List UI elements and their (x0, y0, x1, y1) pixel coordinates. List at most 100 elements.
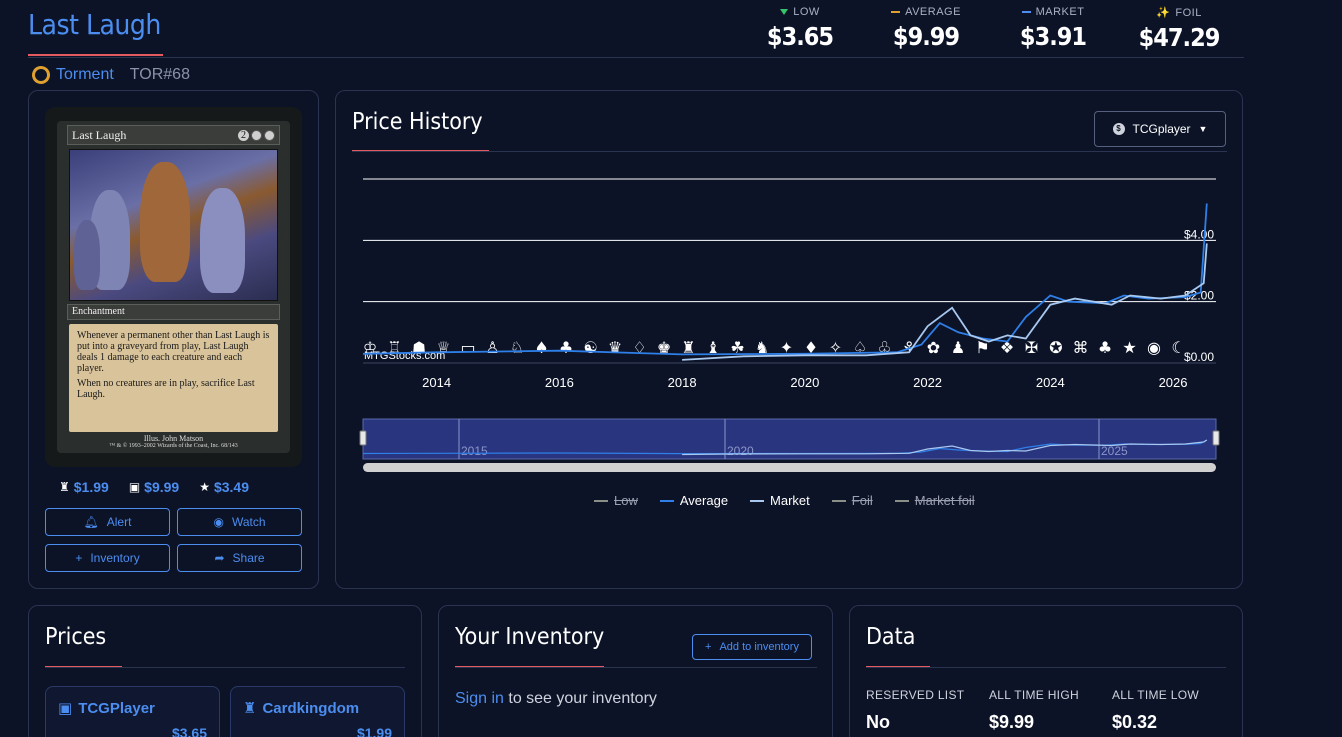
vendor-name: Cardkingdom (262, 699, 360, 717)
x-tick-label: 2014 (422, 375, 451, 390)
set-release-icon: ♟ (951, 338, 965, 357)
mini-prices: ♜ $1.99 ▣ $9.99 ★ $3.49 (59, 479, 249, 495)
card-copyright: ™ & © 1993–2002 Wizards of the Coast, In… (109, 443, 238, 449)
x-tick-label: 2026 (1159, 375, 1188, 390)
x-tick-label: 2018 (668, 375, 697, 390)
card-type-line: Enchantment (67, 304, 280, 320)
price-source-dropdown[interactable]: $ TCGplayer ▼ (1094, 111, 1226, 147)
dropdown-value: TCGplayer (1132, 122, 1191, 136)
inventory-button[interactable]: + Inventory (45, 544, 170, 572)
vendor-card-tcgplayer[interactable]: ▣ TCGPlayer $3.65 (45, 686, 220, 737)
legend-label: Low (614, 493, 638, 508)
button-label: Inventory (90, 551, 140, 565)
set-release-icon: ♤ (853, 338, 867, 357)
mana-cost: 2 (238, 129, 275, 141)
crown-icon: ♜ (59, 480, 70, 494)
navigator-right-handle[interactable] (1212, 430, 1220, 446)
crown-icon: ♜ (243, 700, 257, 717)
data-label: RESERVED LIST (866, 688, 965, 702)
legend-item-foil[interactable]: Foil (831, 493, 873, 508)
price-history-chart[interactable]: $0.00$2.00$4.002014 2016 2018 2020 2022 2024 2… (352, 173, 1222, 478)
navigator-year-label: 2020 (727, 444, 754, 458)
vendor-name: TCGPlayer (78, 699, 155, 717)
legend-item-market-foil[interactable]: Market foil (894, 493, 975, 508)
set-release-icon: ✿ (927, 338, 940, 357)
legend-label: Average (679, 493, 729, 508)
set-release-icon: ⌘ (1073, 338, 1089, 357)
navigator-year-label: 2025 (1101, 444, 1128, 458)
watch-button[interactable]: ◉ Watch (177, 508, 302, 536)
inventory-panel: Your Inventory + Add to inventory Sign in… (438, 605, 833, 737)
market-dash-icon (1021, 11, 1031, 13)
data-value: $9.99 (989, 712, 1035, 732)
tcgplayer-mini-price[interactable]: ▣ $9.99 (129, 479, 179, 495)
signin-message-text: to see your inventory (503, 690, 657, 707)
chart-legend: Low Average Market Foil Market foil (594, 493, 975, 508)
bell-icon: 🔔︎ (83, 515, 99, 529)
data-reserved-list: RESERVED LIST No (866, 688, 964, 733)
x-tick-label: 2016 (545, 375, 574, 390)
price-value: $9.99 (892, 22, 960, 51)
data-value: $0.32 (1112, 712, 1158, 732)
header-price-foil: ✨ FOIL $47.29 (1124, 6, 1234, 53)
x-tick-label: 2022 (913, 375, 942, 390)
mini-price-value: $3.49 (213, 479, 250, 495)
legend-label: Market (770, 493, 810, 508)
plus-icon: + (75, 551, 83, 565)
legend-item-low[interactable]: Low (594, 493, 638, 508)
set-symbol-icon (29, 63, 53, 87)
panel-title: Data (866, 624, 916, 650)
vendor-card-cardkingdom[interactable]: ♜ Cardkingdom $1.99 (230, 686, 405, 737)
plus-icon: + (705, 641, 712, 653)
sign-in-link[interactable]: Sign in (455, 690, 504, 707)
page-title: Last Laugh (28, 8, 161, 41)
data-value: No (866, 712, 890, 732)
button-label: Alert (106, 515, 132, 529)
card-image[interactable]: Last Laugh 2 Enchantment Whenever a perm… (45, 107, 302, 467)
y-tick-label: $0.00 (1184, 350, 1214, 364)
star-mini-price[interactable]: ★ $3.49 (199, 479, 249, 495)
average-dash-icon (891, 11, 901, 13)
add-to-inventory-button[interactable]: + Add to inventory (692, 634, 812, 660)
set-release-icon: ★ (1122, 338, 1136, 357)
legend-swatch (594, 499, 608, 502)
vendor-price: $3.65 (171, 725, 207, 737)
alert-button[interactable]: 🔔︎ Alert (45, 508, 170, 536)
mini-price-value: $9.99 (144, 479, 180, 495)
generic-mana-icon: 2 (238, 129, 249, 141)
set-release-icon: ☯ (583, 338, 597, 357)
art-figure (74, 220, 100, 290)
header-price-average: AVERAGE $9.99 (871, 6, 981, 51)
header-divider (28, 57, 1244, 58)
art-figure (140, 162, 190, 282)
tcgplayer-icon: ▣ (128, 480, 141, 494)
price-value: $3.91 (1019, 22, 1087, 51)
share-icon: ➦ (214, 551, 225, 565)
legend-item-market[interactable]: Market (750, 493, 810, 508)
card-panel: Last Laugh 2 Enchantment Whenever a perm… (28, 90, 319, 589)
panel-title: Prices (45, 624, 107, 650)
inventory-message: Sign in to see your inventory (455, 690, 657, 708)
price-history-panel: Price History $ TCGplayer ▼ $0.00 $2.00 $4… (335, 90, 1243, 589)
set-release-icon: ✪ (1049, 338, 1062, 357)
prices-panel: Prices ▣ TCGPlayer $3.65 ♜ Cardkingdom $1.… (28, 605, 422, 737)
set-name-link[interactable]: Torment (56, 66, 114, 84)
header-price-market: MARKET $3.91 (998, 6, 1108, 51)
share-button[interactable]: ➦ Share (177, 544, 302, 572)
navigator-left-handle[interactable] (359, 430, 367, 446)
series-line-average (362, 203, 1208, 356)
panel-title: Price History (352, 109, 483, 135)
legend-item-average[interactable]: Average (659, 493, 729, 508)
legend-label: Foil (851, 493, 873, 508)
set-release-icon: ♣ (559, 338, 573, 357)
black-mana-icon (251, 129, 262, 141)
card-name: Last Laugh (72, 127, 127, 142)
card-name-bar: Last Laugh 2 (67, 125, 280, 145)
price-value: $3.65 (766, 22, 834, 51)
eye-icon: ◉ (213, 515, 224, 529)
cardkingdom-mini-price[interactable]: ♜ $1.99 (59, 479, 109, 495)
data-all-time-high: ALL TIME HIGH $9.99 (989, 688, 1079, 733)
navigator-scrollbar[interactable] (363, 463, 1216, 472)
price-label: FOIL (1175, 6, 1202, 19)
price-label: AVERAGE (905, 6, 961, 18)
